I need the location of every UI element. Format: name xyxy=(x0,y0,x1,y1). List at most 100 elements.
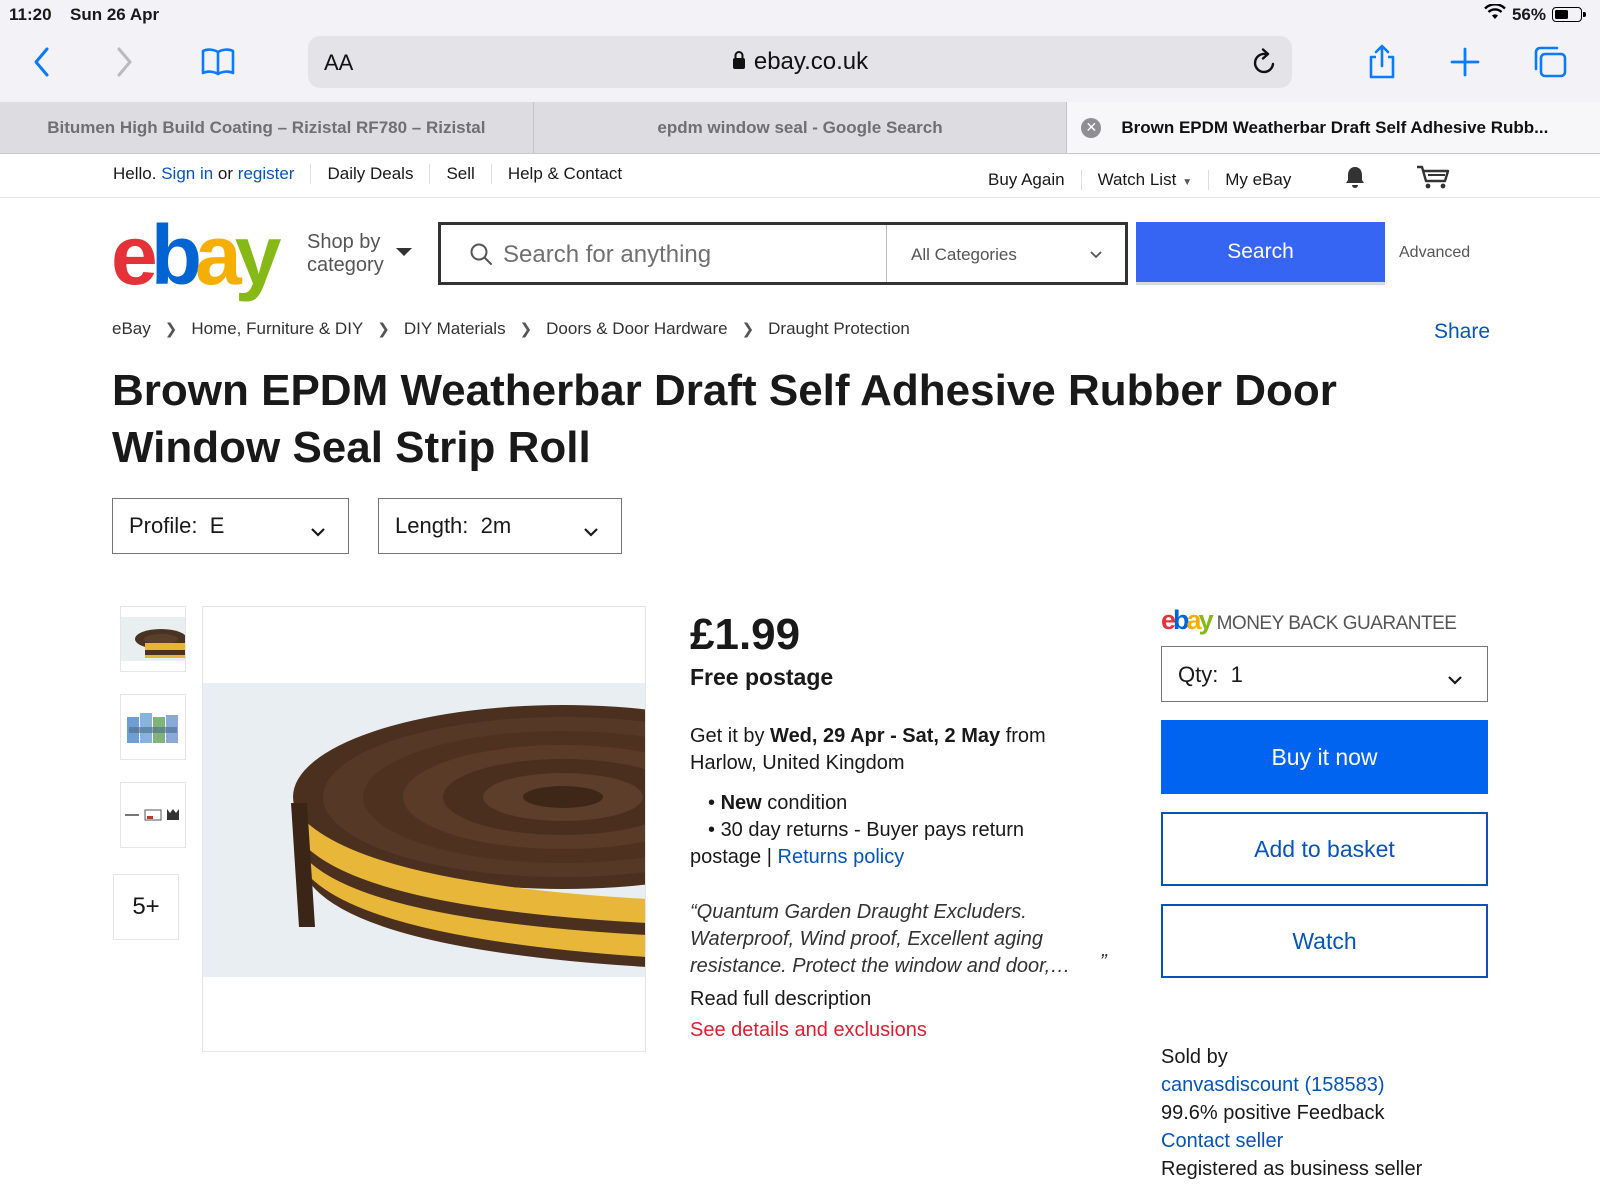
register-link[interactable]: register xyxy=(238,164,295,184)
length-select[interactable]: Length: 2m xyxy=(378,498,622,554)
add-to-basket-button[interactable]: Add to basket xyxy=(1161,812,1488,886)
address-bar[interactable]: AA ebay.co.uk xyxy=(308,36,1292,88)
chevron-down-icon xyxy=(1447,665,1463,691)
divider xyxy=(1208,169,1210,190)
thumbnail-packages[interactable] xyxy=(120,694,186,760)
search-input[interactable]: Search for anything xyxy=(441,225,887,282)
condition-value: New xyxy=(720,792,762,814)
tab-bar: Bitumen High Build Coating – Rizistal RF… xyxy=(0,102,1600,154)
thumbnail-seal-roll[interactable] xyxy=(120,606,186,672)
tab-ebay-active[interactable]: ✕ Brown EPDM Weatherbar Draft Self Adhes… xyxy=(1067,102,1600,153)
battery-percent: 56% xyxy=(1511,4,1546,24)
length-value: 2m xyxy=(480,513,512,538)
profile-select[interactable]: Profile: E xyxy=(112,498,349,554)
chevron-down-icon xyxy=(583,517,599,543)
quote-text: “Quantum Garden Draught Excluders. Water… xyxy=(690,901,1071,977)
category-select[interactable]: All Categories xyxy=(887,225,1125,282)
main-product-image[interactable] xyxy=(202,606,646,1052)
sell-link[interactable]: Sell xyxy=(446,164,474,184)
sold-by-label: Sold by xyxy=(1161,1046,1228,1068)
chevron-left-icon[interactable] xyxy=(20,42,64,82)
quantity-select[interactable]: Qty: 1 xyxy=(1161,646,1488,702)
qty-value: 1 xyxy=(1230,662,1243,687)
delivery-location: Harlow, United Kingdom xyxy=(690,752,905,774)
returns-policy-link[interactable]: Returns policy xyxy=(778,846,905,868)
daily-deals-link[interactable]: Daily Deals xyxy=(327,164,413,184)
sign-in-link[interactable]: Sign in xyxy=(161,164,213,184)
divider xyxy=(310,164,312,184)
see-details-link[interactable]: See details and exclusions xyxy=(690,1017,927,1044)
url-host-display[interactable]: ebay.co.uk xyxy=(308,48,1292,77)
breadcrumb-item[interactable]: eBay xyxy=(112,319,151,339)
returns-text-cont: postage | xyxy=(690,846,772,868)
bell-icon[interactable] xyxy=(1343,165,1367,194)
delivery-prefix: Get it by xyxy=(690,725,765,747)
delivery-dates: Wed, 29 Apr - Sat, 2 May xyxy=(770,725,1001,747)
help-contact-link[interactable]: Help & Contact xyxy=(508,164,622,184)
search-box: Search for anything All Categories xyxy=(438,222,1128,285)
divider xyxy=(429,164,431,184)
read-full-description-link[interactable]: Read full description xyxy=(690,986,871,1013)
shop-by-category-button[interactable]: Shop by category xyxy=(307,231,384,277)
feedback-count-link[interactable]: 158583 xyxy=(1311,1074,1378,1096)
plus-icon[interactable] xyxy=(1443,42,1487,82)
delivery-from: from xyxy=(1005,725,1046,747)
watch-button[interactable]: Watch xyxy=(1161,904,1488,978)
chevron-down-icon xyxy=(1089,245,1103,265)
close-icon[interactable]: ✕ xyxy=(1081,117,1102,138)
watch-list-link[interactable]: Watch List ▼ xyxy=(1098,170,1193,190)
product-title: Brown EPDM Weatherbar Draft Self Adhesiv… xyxy=(112,366,1337,472)
divider xyxy=(1080,169,1082,190)
caret-down-icon xyxy=(396,248,412,256)
advanced-search-link[interactable]: Advanced xyxy=(1399,244,1470,262)
shop-by-label: Shop by xyxy=(307,231,381,253)
search-icon xyxy=(469,242,493,271)
tab-label: Bitumen High Build Coating – Rizistal RF… xyxy=(47,117,486,137)
thumbnail-profile-diagram[interactable] xyxy=(120,782,186,848)
breadcrumb-item[interactable]: Doors & Door Hardware xyxy=(546,319,727,339)
more-images-button[interactable]: 5+ xyxy=(113,874,179,940)
chevron-right-icon[interactable] xyxy=(102,42,146,82)
category-select-value: All Categories xyxy=(911,245,1017,264)
or-text: or xyxy=(217,164,234,183)
breadcrumb-item[interactable]: Draught Protection xyxy=(768,319,910,339)
reload-icon[interactable] xyxy=(1252,48,1278,81)
browser-toolbar: AA ebay.co.uk xyxy=(0,30,1600,102)
share-icon[interactable] xyxy=(1360,42,1404,82)
tabs-icon[interactable] xyxy=(1528,42,1572,82)
seller-name-link[interactable]: canvasdiscount xyxy=(1161,1074,1299,1096)
returns-row-cont: postage | Returns policy xyxy=(690,844,1024,871)
breadcrumb-item[interactable]: DIY Materials xyxy=(404,319,506,339)
bookmarks-icon[interactable] xyxy=(196,42,240,82)
battery-icon xyxy=(1552,7,1586,22)
tab-bitumen[interactable]: Bitumen High Build Coating – Rizistal RF… xyxy=(0,102,534,153)
profile-value: E xyxy=(209,513,225,538)
caret-down-icon: ▼ xyxy=(1182,176,1193,188)
condition-row: • New condition xyxy=(708,792,848,814)
breadcrumb: eBay ❯ Home, Furniture & DIY ❯ DIY Mater… xyxy=(112,319,910,339)
greeting: Hello. xyxy=(113,164,157,183)
url-host: ebay.co.uk xyxy=(753,48,869,75)
my-ebay-link[interactable]: My eBay xyxy=(1225,170,1291,190)
buy-again-link[interactable]: Buy Again xyxy=(988,170,1065,190)
buy-it-now-button[interactable]: Buy it now xyxy=(1161,720,1488,794)
lock-icon xyxy=(732,49,746,77)
breadcrumb-item[interactable]: Home, Furniture & DIY xyxy=(191,319,363,339)
contact-seller-link[interactable]: Contact seller xyxy=(1161,1127,1422,1155)
search-button[interactable]: Search xyxy=(1136,222,1385,285)
mbg-text: MONEY BACK GUARANTEE xyxy=(1216,613,1457,634)
share-link[interactable]: Share xyxy=(1434,320,1490,344)
ebay-logo[interactable]: ebay xyxy=(111,213,281,297)
watch-list-label: Watch List xyxy=(1097,169,1177,189)
quote-close: ” xyxy=(1100,951,1107,973)
tab-label: epdm window seal - Google Search xyxy=(657,117,943,137)
chevron-right-icon: ❯ xyxy=(164,321,178,338)
qty-label: Qty: xyxy=(1178,662,1219,687)
postage: Free postage xyxy=(690,664,834,690)
money-back-guarantee: ebay MONEY BACK GUARANTEE xyxy=(1161,605,1457,636)
chevron-down-icon xyxy=(310,517,326,543)
wifi-icon xyxy=(1484,3,1506,25)
tab-google-search[interactable]: epdm window seal - Google Search xyxy=(534,102,1068,153)
cart-icon[interactable] xyxy=(1415,164,1451,195)
chevron-right-icon: ❯ xyxy=(377,321,390,338)
